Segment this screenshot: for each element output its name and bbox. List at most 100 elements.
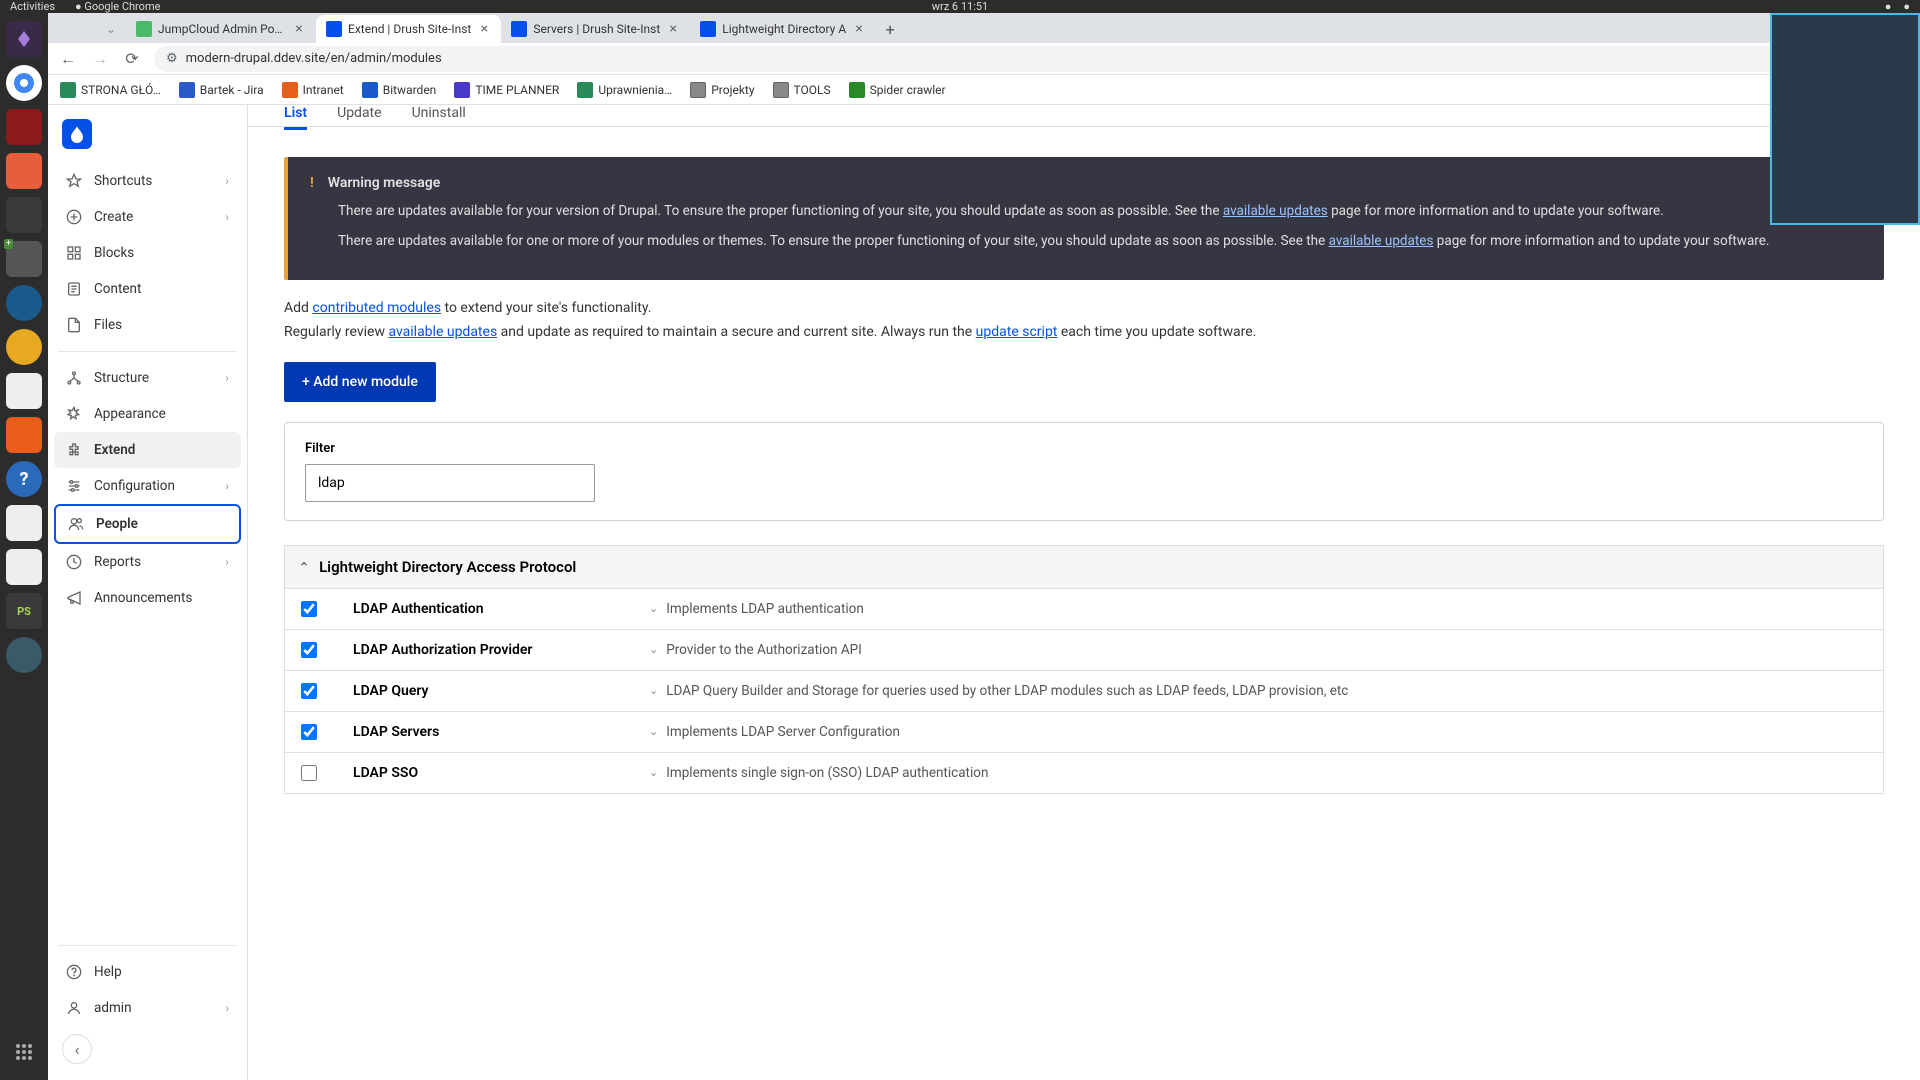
tab-close-icon[interactable]: × (852, 22, 866, 36)
dock-app-icon[interactable] (6, 549, 42, 585)
favicon-icon (326, 21, 342, 37)
os-activities[interactable]: Activities (10, 0, 55, 13)
dock-help-icon[interactable]: ? (6, 461, 42, 497)
tab-close-icon[interactable]: × (292, 22, 306, 36)
url-input[interactable]: ⚙ modern-drupal.ddev.site/en/admin/modul… (154, 46, 1804, 72)
tab-close-icon[interactable]: × (477, 22, 491, 36)
tab-close-icon[interactable]: × (666, 22, 680, 36)
sidebar-item-label: Files (94, 317, 122, 333)
bookmark-item[interactable]: Bartek - Jira (179, 82, 264, 98)
bookmarks-bar: STRONA GŁÓ… Bartek - Jira Intranet Bitwa… (48, 75, 1920, 105)
bookmark-item[interactable]: Bitwarden (362, 82, 437, 98)
tab-uninstall[interactable]: Uninstall (412, 105, 466, 127)
chevron-down-icon[interactable]: ⌄ (649, 643, 658, 656)
forward-button[interactable]: → (90, 49, 110, 69)
dock-app-icon[interactable] (6, 373, 42, 409)
add-new-module-button[interactable]: + Add new module (284, 362, 436, 402)
sidebar-item-label: Structure (94, 370, 149, 386)
sidebar-item-help[interactable]: Help (54, 954, 241, 990)
bookmark-item[interactable]: Spider crawler (849, 82, 946, 98)
bookmark-item[interactable]: Projekty (690, 82, 754, 98)
dock-app-icon[interactable] (6, 109, 42, 145)
dock-app-icon[interactable] (6, 329, 42, 365)
module-description: ⌄Implements single sign-on (SSO) LDAP au… (649, 765, 1867, 781)
dock-chrome-icon[interactable] (6, 65, 42, 101)
module-group-header[interactable]: ⌃ Lightweight Directory Access Protocol (284, 545, 1884, 589)
chevron-down-icon[interactable]: ⌄ (649, 602, 658, 615)
folder-icon (690, 82, 706, 98)
sidebar-item-structure[interactable]: Structure› (54, 360, 241, 396)
available-updates-link[interactable]: available updates (1223, 203, 1328, 219)
bookmark-item[interactable]: TOOLS (773, 82, 831, 98)
update-script-link[interactable]: update script (976, 324, 1058, 340)
chevron-down-icon[interactable]: ⌄ (649, 766, 658, 779)
sidebar-item-configuration[interactable]: Configuration› (54, 468, 241, 504)
sidebar-item-people[interactable]: People (54, 504, 241, 544)
available-updates-link[interactable]: available updates (388, 324, 497, 340)
sidebar-item-label: Help (94, 964, 122, 980)
chevron-right-icon: › (225, 210, 229, 224)
group-title: Lightweight Directory Access Protocol (319, 558, 576, 576)
bookmark-item[interactable]: TIME PLANNER (454, 82, 559, 98)
folder-icon (773, 82, 789, 98)
sidebar-item-files[interactable]: Files (54, 307, 241, 343)
module-checkbox[interactable] (301, 642, 317, 658)
site-info-icon[interactable]: ⚙ (166, 51, 178, 66)
sidebar-item-create[interactable]: Create› (54, 199, 241, 235)
dock-app-icon[interactable] (6, 637, 42, 673)
bookmark-item[interactable]: Intranet (282, 82, 344, 98)
module-checkbox[interactable] (301, 724, 317, 740)
sidebar-collapse-button[interactable]: ‹ (62, 1034, 92, 1064)
tray-icon[interactable]: ● (1903, 0, 1910, 13)
dock-app-icon[interactable]: + (6, 241, 42, 277)
new-tab-button[interactable]: + (876, 15, 904, 43)
filter-input[interactable] (305, 464, 595, 502)
browser-tab[interactable]: ⌄ (96, 15, 126, 43)
chevron-down-icon[interactable]: ⌄ (649, 725, 658, 738)
available-updates-link[interactable]: available updates (1329, 233, 1434, 249)
dock-app-icon[interactable] (6, 505, 42, 541)
bookmark-icon (179, 82, 195, 98)
dock-app-icon[interactable] (6, 197, 42, 233)
sidebar-item-shortcuts[interactable]: Shortcuts› (54, 163, 241, 199)
bookmark-icon (362, 82, 378, 98)
dock-phpstorm-icon[interactable]: PS (6, 593, 42, 629)
sidebar-item-announcements[interactable]: Announcements (54, 580, 241, 616)
module-checkbox[interactable] (301, 601, 317, 617)
intro-text: Add contributed modules to extend your s… (284, 300, 1884, 340)
tray-icon[interactable]: ● (1885, 0, 1892, 13)
os-tray[interactable]: ● ● (1885, 0, 1910, 13)
browser-address-bar: ← → ⟳ ⚙ modern-drupal.ddev.site/en/admin… (48, 43, 1920, 75)
browser-tab[interactable]: JumpCloud Admin Porta × (126, 15, 316, 43)
browser-tab-active[interactable]: Extend | Drush Site-Inst × (316, 15, 501, 43)
dock-app-icon[interactable] (6, 417, 42, 453)
sidebar-item-content[interactable]: Content (54, 271, 241, 307)
os-top-bar: Activities ● Google Chrome wrz 6 11:51 ●… (0, 0, 1920, 13)
chevron-down-icon[interactable]: ⌄ (649, 684, 658, 697)
sidebar-item-admin[interactable]: admin› (54, 990, 241, 1026)
sidebar-item-reports[interactable]: Reports› (54, 544, 241, 580)
dock-app-icon[interactable] (6, 21, 42, 57)
browser-tab[interactable]: Lightweight Directory A × (690, 15, 876, 43)
sidebar-item-extend[interactable]: Extend (54, 432, 241, 468)
bookmark-item[interactable]: Uprawnienia… (577, 82, 672, 98)
tab-list[interactable]: List (284, 105, 307, 130)
dock-show-apps[interactable] (6, 1034, 42, 1070)
sidebar-item-label: Shortcuts (94, 173, 152, 189)
sidebar-item-blocks[interactable]: Blocks (54, 235, 241, 271)
dock-thunderbird-icon[interactable] (6, 285, 42, 321)
drupal-logo[interactable] (62, 119, 92, 149)
contributed-modules-link[interactable]: contributed modules (312, 300, 441, 316)
blocks-icon (66, 245, 82, 261)
browser-tab[interactable]: Servers | Drush Site-Inst × (501, 15, 690, 43)
module-checkbox[interactable] (301, 765, 317, 781)
module-description: ⌄LDAP Query Builder and Storage for quer… (649, 683, 1867, 699)
sidebar-item-appearance[interactable]: Appearance (54, 396, 241, 432)
reload-button[interactable]: ⟳ (122, 49, 142, 69)
bookmark-item[interactable]: STRONA GŁÓ… (60, 82, 161, 98)
bookmark-icon (849, 82, 865, 98)
tab-update[interactable]: Update (337, 105, 381, 127)
module-checkbox[interactable] (301, 683, 317, 699)
dock-files-icon[interactable] (6, 153, 42, 189)
back-button[interactable]: ← (58, 49, 78, 69)
